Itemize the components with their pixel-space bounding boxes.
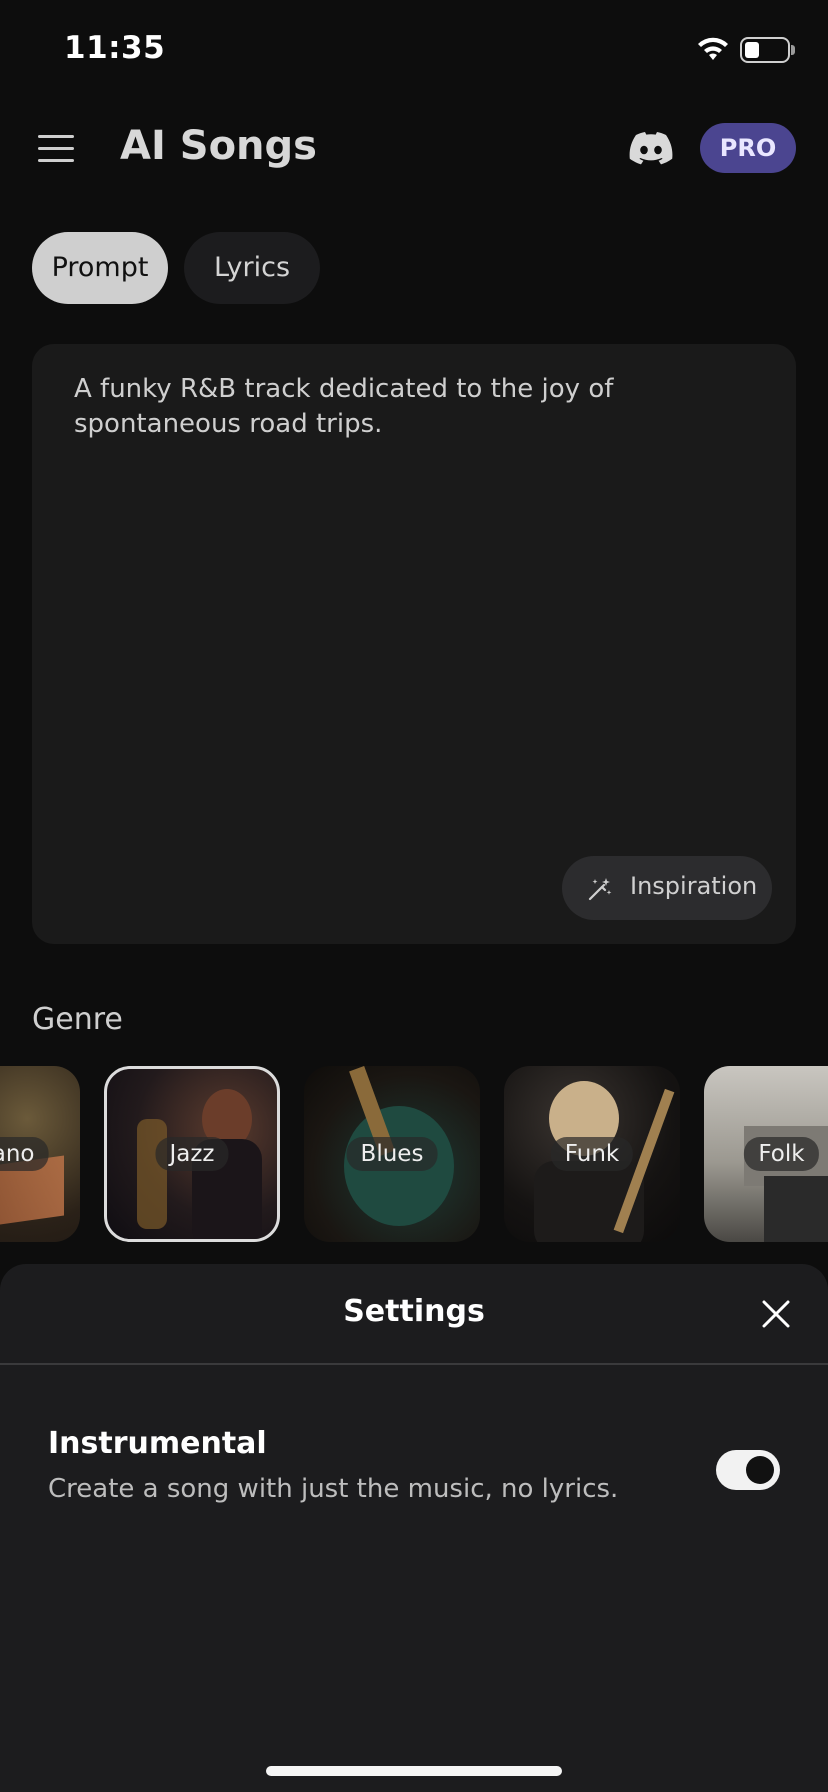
battery-icon [740,37,790,63]
mode-tabs: Prompt Lyrics [32,232,320,304]
toggle-knob [746,1456,774,1484]
genre-name: Jazz [155,1137,229,1171]
close-icon[interactable] [758,1296,794,1332]
genre-name: Folk [744,1137,819,1171]
prompt-input[interactable]: A funky R&B track dedicated to the joy o… [32,344,796,944]
magic-wand-icon [588,878,612,901]
instrumental-title: Instrumental [48,1426,267,1461]
pro-button[interactable]: PRO [700,123,796,173]
status-time: 11:35 [64,30,166,66]
app-header: AI Songs PRO [0,110,828,190]
genre-name: Funk [550,1137,634,1171]
settings-title: Settings [343,1294,485,1329]
genre-name: ano [0,1137,49,1171]
genre-name: Blues [346,1137,438,1171]
status-bar: 11:35 [0,0,828,100]
genre-heading: Genre [32,1002,123,1037]
menu-icon[interactable] [38,133,74,165]
wifi-icon [698,37,728,60]
genre-card-blues[interactable]: Blues [304,1066,480,1242]
tab-prompt[interactable]: Prompt [32,232,168,304]
page-title: AI Songs [120,123,317,169]
tab-lyrics[interactable]: Lyrics [184,232,320,304]
home-indicator[interactable] [266,1766,562,1776]
genre-card-piano[interactable]: ano [0,1066,80,1242]
prompt-text[interactable]: A funky R&B track dedicated to the joy o… [74,372,674,442]
genre-card-jazz[interactable]: Jazz [104,1066,280,1242]
divider [0,1363,828,1365]
inspiration-button[interactable]: Inspiration [562,856,772,920]
instrumental-description: Create a song with just the music, no ly… [48,1474,619,1504]
discord-icon[interactable] [628,130,674,166]
settings-sheet: Settings Instrumental Create a song with… [0,1264,828,1792]
genre-card-folk[interactable]: Folk [704,1066,828,1242]
inspiration-label: Inspiration [630,872,758,900]
genre-card-funk[interactable]: Funk [504,1066,680,1242]
genre-carousel[interactable]: ano Jazz Blues Funk Folk [0,1064,828,1244]
instrumental-toggle[interactable] [716,1450,780,1490]
